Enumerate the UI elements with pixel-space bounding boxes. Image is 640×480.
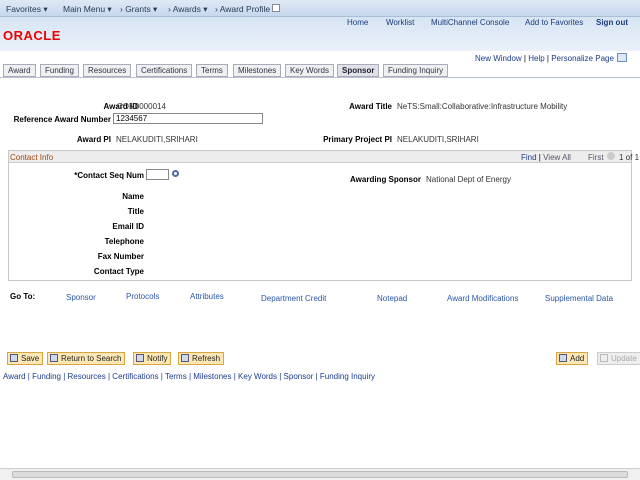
footer-resources-link[interactable]: Resources (68, 372, 106, 381)
email-id-label: Email ID (112, 222, 144, 231)
refresh-button[interactable]: Refresh (178, 352, 225, 365)
notify-icon (136, 354, 144, 362)
new-window-link[interactable]: New Window (475, 54, 522, 63)
tab-funding[interactable]: Funding (40, 64, 79, 77)
tab-certifications[interactable]: Certifications (136, 64, 193, 77)
top-nav-bar: Favorites ▾ Main Menu ▾ › Grants ▾ › Awa… (0, 0, 640, 17)
return-to-search-icon (50, 354, 58, 362)
notify-button[interactable]: Notify (133, 352, 172, 365)
save-button[interactable]: Save (7, 352, 44, 365)
contact-seq-num-input[interactable] (146, 169, 169, 180)
tab-sponsor[interactable]: Sponsor (337, 64, 380, 77)
tab-award[interactable]: Award (3, 64, 36, 77)
primary-project-pi-label: Primary Project PI (323, 135, 392, 144)
previous-icon[interactable] (607, 152, 615, 160)
oracle-logo: ORACLE (3, 28, 61, 43)
goto-department-credit-link[interactable]: Department Credit (261, 294, 326, 303)
page-links: New Window | Help | Personalize Page (475, 54, 614, 63)
reference-award-number-label: Reference Award Number (13, 115, 111, 124)
add-to-favorites-link[interactable]: Add to Favorites (525, 18, 583, 27)
multichannel-console-link[interactable]: MultiChannel Console (431, 18, 509, 27)
reference-award-number-input[interactable] (113, 113, 263, 124)
telephone-label: Telephone (104, 237, 144, 246)
tab-key-words[interactable]: Key Words (285, 64, 334, 77)
award-title-label: Award Title (349, 102, 392, 111)
return-to-search-button[interactable]: Return to Search (47, 352, 126, 365)
breadcrumb-grants[interactable]: › Grants ▾ (120, 4, 157, 15)
help-link[interactable]: Help (528, 54, 544, 63)
breadcrumb-awards[interactable]: › Awards ▾ (168, 4, 208, 15)
update-button[interactable]: Update (597, 352, 640, 365)
tab-terms[interactable]: Terms (196, 64, 228, 77)
footer-key-words-link[interactable]: Key Words (238, 372, 277, 381)
first-link[interactable]: First (588, 153, 604, 162)
search-icon[interactable] (272, 4, 280, 12)
tab-funding-inquiry[interactable]: Funding Inquiry (383, 64, 449, 77)
add-button[interactable]: Add (556, 352, 589, 365)
sign-out-link[interactable]: Sign out (596, 18, 628, 27)
footer-milestones-link[interactable]: Milestones (193, 372, 231, 381)
scrollbar-thumb[interactable] (12, 471, 628, 478)
awarding-sponsor-label: Awarding Sponsor (350, 175, 421, 184)
contact-info-section: Contact Info Find | View All First 1 of … (8, 150, 639, 281)
tab-resources[interactable]: Resources (83, 64, 132, 77)
find-link[interactable]: Find (521, 153, 537, 162)
name-label: Name (122, 192, 144, 201)
add-icon (559, 354, 567, 362)
main-menu[interactable]: Main Menu ▾ (63, 4, 112, 15)
footer-certifications-link[interactable]: Certifications (112, 372, 158, 381)
footer-terms-link[interactable]: Terms (165, 372, 187, 381)
fax-number-label: Fax Number (97, 252, 144, 261)
tab-milestones[interactable]: Milestones (233, 64, 282, 77)
goto-award-modifications-link[interactable]: Award Modifications (447, 294, 518, 303)
goto-notepad-link[interactable]: Notepad (377, 294, 407, 303)
footer-funding-link[interactable]: Funding (32, 372, 61, 381)
worklist-link[interactable]: Worklist (386, 18, 414, 27)
footer-links: Award | Funding | Resources | Certificat… (3, 372, 376, 381)
award-pi-label: Award PI (76, 135, 111, 144)
tab-divider (0, 77, 640, 78)
personalize-page-link[interactable]: Personalize Page (551, 54, 614, 63)
goto-attributes-link[interactable]: Attributes (190, 292, 224, 301)
footer-sponsor-link[interactable]: Sponsor (284, 372, 314, 381)
footer-funding-inquiry-link[interactable]: Funding Inquiry (320, 372, 375, 381)
title-label: Title (127, 207, 144, 216)
contact-info-title: Contact Info (10, 153, 54, 162)
update-icon (600, 354, 608, 362)
goto-supplemental-data-link[interactable]: Supplemental Data (545, 294, 613, 303)
go-to-label: Go To: (10, 292, 36, 301)
horizontal-scrollbar[interactable] (0, 468, 640, 480)
footer-award-link[interactable]: Award (3, 372, 26, 381)
view-all-link[interactable]: View All (543, 153, 571, 162)
header: Home Worklist MultiChannel Console Add t… (0, 17, 640, 51)
breadcrumb-award-profile[interactable]: › Award Profile (215, 4, 270, 14)
home-link[interactable]: Home (347, 18, 368, 27)
refresh-icon (181, 354, 189, 362)
award-pi-value: NELAKUDITI,SRIHARI (116, 135, 198, 144)
contact-type-label: Contact Type (93, 267, 144, 276)
save-icon (10, 354, 18, 362)
row-count: 1 of 1 (619, 153, 640, 162)
goto-sponsor-link[interactable]: Sponsor (66, 293, 96, 302)
contact-seq-num-label: *Contact Seq Num (74, 171, 144, 180)
awarding-sponsor-value: National Dept of Energy (426, 175, 511, 184)
lookup-icon[interactable] (172, 170, 179, 177)
award-id-value: CON0000014 (117, 102, 166, 111)
primary-project-pi-value: NELAKUDITI,SRIHARI (397, 135, 479, 144)
print-icon[interactable] (617, 53, 627, 62)
goto-protocols-link[interactable]: Protocols (126, 292, 159, 301)
favorites-menu[interactable]: Favorites ▾ (6, 4, 48, 15)
award-title-value: NeTS:Small:Collaborative:Infrastructure … (397, 102, 568, 111)
